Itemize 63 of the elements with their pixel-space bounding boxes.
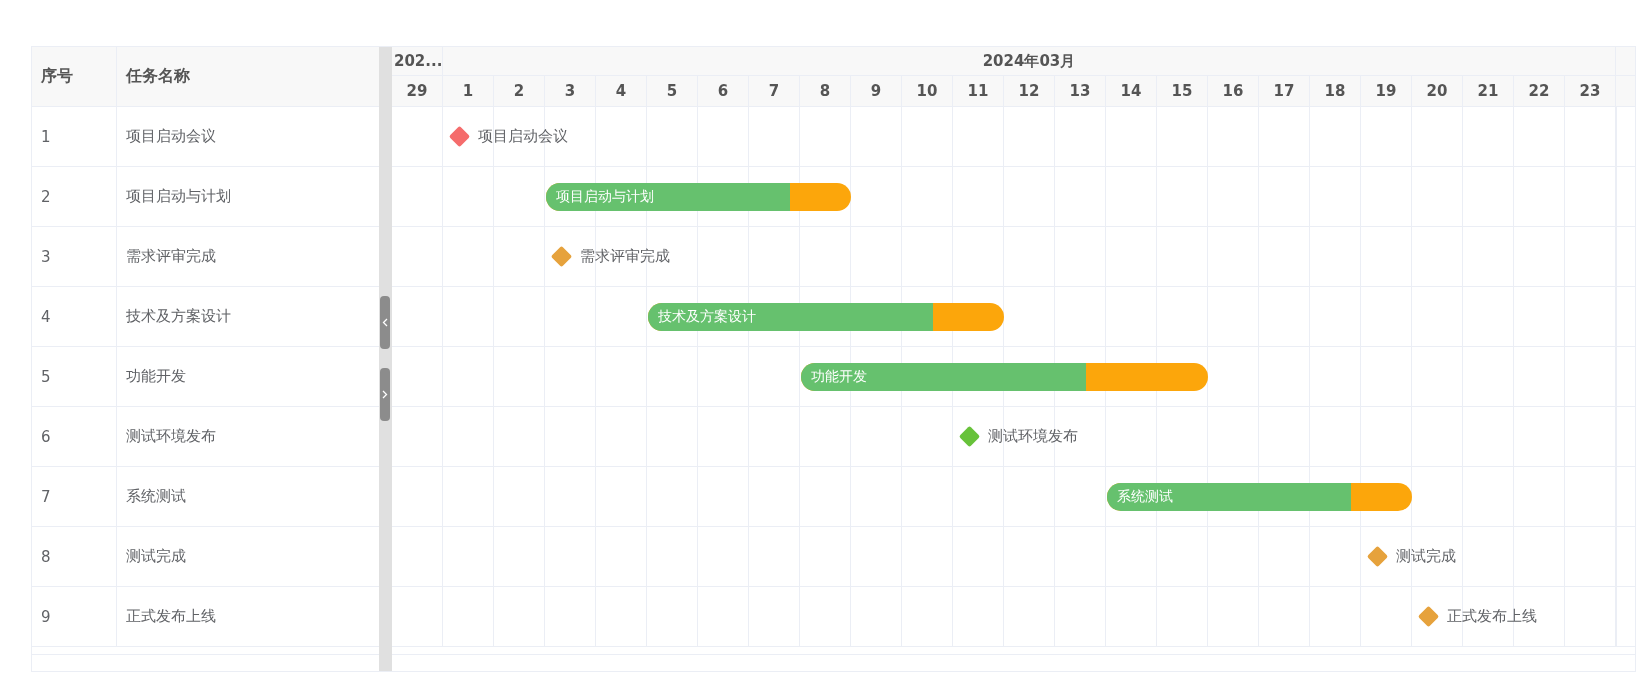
table-cell: 7 <box>32 467 117 526</box>
table-cell: 3 <box>32 227 117 286</box>
table-cell-text: 系统测试 <box>125 486 187 507</box>
day-header: 23 <box>1565 76 1616 106</box>
day-header: 13 <box>1055 76 1106 106</box>
day-header: 7 <box>749 76 800 106</box>
table-cell-text: 测试完成 <box>125 546 187 567</box>
day-header: 12 <box>1004 76 1055 106</box>
day-header: 2 <box>494 76 545 106</box>
day-header: 17 <box>1259 76 1310 106</box>
task-bar[interactable]: 功能开发 <box>801 363 1208 391</box>
table-cell: 6 <box>32 407 117 466</box>
table-cell-text: 测试环境发布 <box>125 426 217 447</box>
table-cell: 4 <box>32 287 117 346</box>
month-header: 202... <box>392 47 443 75</box>
milestone-label: 测试环境发布 <box>988 427 1078 446</box>
task-bar[interactable]: 技术及方案设计 <box>648 303 1004 331</box>
table-cell: 9 <box>32 587 117 646</box>
collapse-handle[interactable] <box>380 296 390 349</box>
day-header: 10 <box>902 76 953 106</box>
table-cell-text: 功能开发 <box>125 366 187 387</box>
milestone-label: 正式发布上线 <box>1447 607 1537 626</box>
day-header: 11 <box>953 76 1004 106</box>
day-header: 14 <box>1106 76 1157 106</box>
bar-label: 项目启动与计划 <box>556 188 654 206</box>
day-header: 29 <box>392 76 443 106</box>
task-bar[interactable]: 系统测试 <box>1107 483 1412 511</box>
milestone-label: 项目启动会议 <box>478 127 568 146</box>
day-header: 6 <box>698 76 749 106</box>
table-cell: 5 <box>32 347 117 406</box>
month-header: 2024年03月 <box>443 47 1616 75</box>
day-header: 9 <box>851 76 902 106</box>
table-cell: 1 <box>32 107 117 166</box>
day-header: 3 <box>545 76 596 106</box>
day-header: 19 <box>1361 76 1412 106</box>
bar-label: 技术及方案设计 <box>658 308 756 326</box>
day-header: 22 <box>1514 76 1565 106</box>
table-cell-text: 技术及方案设计 <box>125 306 232 327</box>
table-cell-text: 项目启动与计划 <box>125 186 232 207</box>
milestone-label: 测试完成 <box>1396 547 1456 566</box>
column-header: 任务名称 <box>124 65 191 87</box>
day-header: 1 <box>443 76 494 106</box>
day-header: 16 <box>1208 76 1259 106</box>
column-header: 序号 <box>32 47 117 106</box>
task-bar[interactable]: 项目启动与计划 <box>546 183 851 211</box>
table-cell-text: 正式发布上线 <box>125 606 217 627</box>
day-header: 21 <box>1463 76 1514 106</box>
bar-label: 系统测试 <box>1117 488 1173 506</box>
table-cell-text: 需求评审完成 <box>125 246 217 267</box>
day-header: 4 <box>596 76 647 106</box>
milestone-label: 需求评审完成 <box>580 247 670 266</box>
day-header: 15 <box>1157 76 1208 106</box>
day-header: 8 <box>800 76 851 106</box>
day-header: 18 <box>1310 76 1361 106</box>
chevron-left-icon <box>382 318 388 327</box>
day-header: 5 <box>647 76 698 106</box>
day-header: 20 <box>1412 76 1463 106</box>
table-cell: 8 <box>32 527 117 586</box>
expand-handle[interactable] <box>380 368 390 421</box>
table-cell-text: 项目启动会议 <box>125 126 217 147</box>
bar-label: 功能开发 <box>811 368 867 386</box>
chevron-right-icon <box>382 390 388 399</box>
table-cell: 2 <box>32 167 117 226</box>
